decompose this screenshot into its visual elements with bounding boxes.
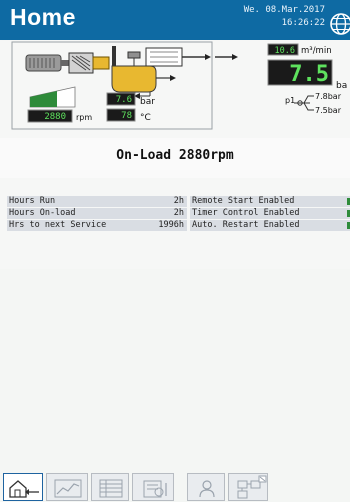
list-button[interactable]: [91, 473, 129, 501]
p1-label: p1: [285, 96, 295, 105]
speed-unit: rpm: [76, 113, 92, 122]
speed-value: 2880: [44, 112, 66, 122]
pressure-switch-icon: [294, 95, 314, 111]
user-button[interactable]: [187, 473, 225, 501]
motor-pressure-value: 7.6: [116, 95, 132, 105]
flow-arrow-icon: [232, 54, 238, 60]
timer-control-label: Timer Control Enabled: [192, 208, 300, 218]
table-row: Hours On-load 2h Timer Control Enabled: [7, 208, 350, 219]
temperature-display: 78 °C: [106, 108, 151, 123]
flow-unit: m³/min: [301, 46, 332, 56]
p1-setpoint: p1 7.8bar 7.5bar: [285, 92, 342, 115]
pressure-display: 7.5 ba: [267, 59, 347, 91]
p1-high-value: 7.8bar: [315, 92, 342, 101]
speed-display: 2880 rpm: [27, 109, 92, 123]
auto-restart-label: Auto. Restart Enabled: [192, 220, 300, 230]
hours-onload-label: Hours On-load: [9, 208, 76, 218]
flow-value: 10.6: [275, 46, 295, 56]
user-icon: [199, 480, 215, 498]
hours-run-label: Hours Run: [9, 196, 56, 206]
service-value: 1996h: [158, 220, 184, 230]
header-bar: Home We. 08.Mar.2017 16:26:22: [0, 0, 350, 40]
bottom-toolbar: [0, 235, 350, 501]
chart-icon: [54, 479, 82, 498]
trend-button[interactable]: [46, 473, 88, 501]
temperature-value: 78: [121, 111, 132, 121]
home-back-icon: [9, 480, 39, 498]
pressure-value: 7.5: [289, 62, 329, 87]
airend-icon: [68, 52, 110, 74]
network-button[interactable]: [228, 473, 268, 501]
globe-icon[interactable]: [329, 12, 350, 36]
table-row: Hours Run 2h Remote Start Enabled: [7, 196, 350, 207]
network-icon: [237, 475, 267, 499]
motor-pressure-unit: bar: [140, 97, 155, 107]
date-time: We. 08.Mar.2017 16:26:22: [233, 4, 325, 30]
maintenance-button[interactable]: [132, 473, 174, 501]
list-icon: [99, 479, 123, 498]
remote-start-label: Remote Start Enabled: [192, 196, 295, 206]
motor-pressure-display: 7.6 bar: [106, 92, 155, 107]
pressure-unit: ba: [336, 81, 347, 91]
separator-vessel-icon: [111, 46, 183, 93]
date-text: We. 08.Mar.2017: [243, 5, 325, 15]
process-diagram: 2880 rpm 7.6 bar 78 °C 10.6 m³/min 7.5 b…: [11, 41, 347, 130]
home-button[interactable]: [3, 473, 43, 501]
maintenance-icon: [143, 480, 167, 498]
service-label: Hrs to next Service: [9, 220, 107, 230]
hours-run-value: 2h: [173, 196, 184, 206]
flow-display: 10.6 m³/min: [267, 43, 332, 56]
motor-icon: [25, 54, 69, 72]
hours-onload-value: 2h: [173, 208, 184, 218]
time-text: 16:26:22: [281, 18, 325, 28]
operating-status: On-Load 2880rpm: [116, 148, 234, 163]
p1-low-value: 7.5bar: [315, 106, 342, 115]
compressor-home-screen: Home We. 08.Mar.2017 16:26:22 2880 rpm 7…: [0, 0, 350, 501]
temperature-unit: °C: [140, 113, 151, 123]
speed-gauge: [29, 86, 76, 108]
table-row: Hrs to next Service 1996h Auto. Restart …: [7, 220, 350, 231]
speed-gauge-fill: [30, 91, 57, 107]
page-title: Home: [10, 4, 76, 30]
